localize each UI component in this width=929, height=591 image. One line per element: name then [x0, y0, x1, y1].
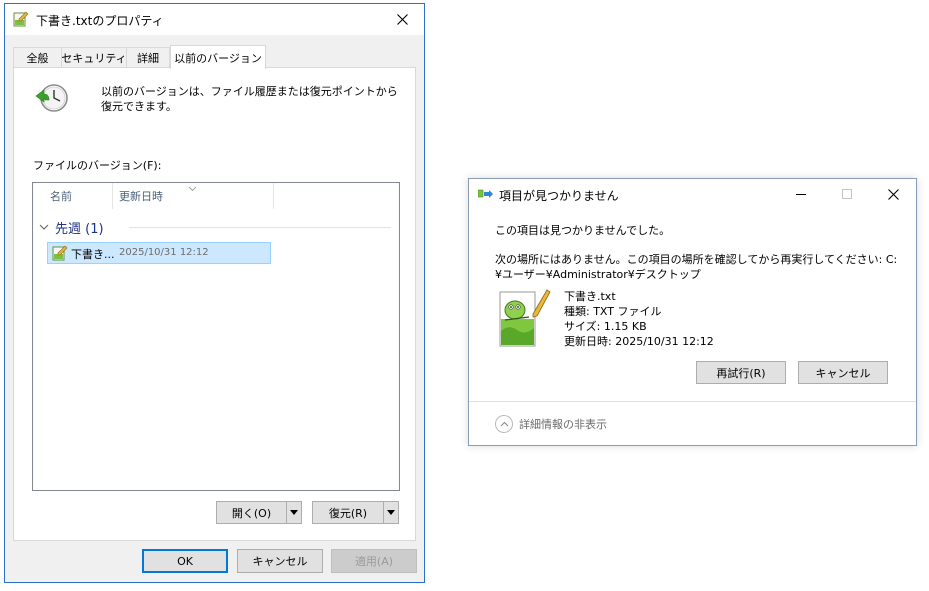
previous-versions-description: 以前のバージョンは、ファイル履歴または復元ポイントから復元できます。: [101, 85, 398, 113]
location-message: 次の場所にはありません。この項目の場所を確認してから再実行してください: C:¥…: [495, 253, 898, 281]
not-found-title: 項目が見つかりません: [499, 189, 619, 203]
list-item-date: 2025/10/31 12:12: [119, 247, 209, 258]
maximize-icon: [824, 179, 870, 209]
notepad-plus-file-thumbnail-icon: [497, 286, 551, 353]
column-separator[interactable]: [273, 183, 274, 209]
file-size: サイズ: 1.15 KB: [564, 320, 647, 333]
column-name-label: 名前: [50, 190, 72, 203]
notepad-file-icon: [13, 11, 29, 30]
group-header-last-week[interactable]: 先週 (1): [39, 218, 104, 237]
properties-dialog: 下書き.txtのプロパティ 全般 セキュリティ 詳細 以前のバージョン 以前のバ…: [4, 3, 425, 583]
tab-general[interactable]: 全般: [13, 47, 62, 68]
notepad-file-icon: [52, 245, 68, 264]
list-item[interactable]: 下書き... 2025/10/31 12:12: [47, 242, 271, 264]
chevron-up-icon: [495, 415, 513, 433]
file-versions-list[interactable]: 名前 更新日時 先週 (1) 下書き... 2025/10/31 12:12: [32, 182, 400, 491]
previous-versions-panel: 以前のバージョンは、ファイル履歴または復元ポイントから復元できます。 ファイルの…: [13, 67, 416, 541]
restore-split-button[interactable]: 復元(R): [312, 501, 399, 524]
column-header-modified[interactable]: 更新日時: [119, 183, 163, 209]
cancel-button[interactable]: キャンセル: [237, 549, 323, 573]
tab-details[interactable]: 詳細: [126, 47, 170, 68]
file-name: 下書き.txt: [564, 290, 616, 303]
cancel-button[interactable]: キャンセル: [798, 361, 888, 384]
divider: [469, 401, 916, 402]
ok-button[interactable]: OK: [142, 549, 228, 573]
properties-title: 下書き.txtのプロパティ: [36, 14, 164, 28]
tab-previous-versions-label: 以前のバージョン: [174, 51, 262, 65]
group-divider: [129, 227, 391, 228]
close-icon[interactable]: [870, 179, 916, 209]
restore-button-label: 復元(R): [328, 506, 368, 520]
retry-button[interactable]: 再試行(R): [696, 361, 786, 384]
list-item-name: 下書き...: [71, 248, 115, 261]
column-separator[interactable]: [112, 183, 113, 209]
column-header-name[interactable]: 名前: [50, 183, 72, 209]
details-toggle-label: 詳細情報の非表示: [519, 418, 607, 431]
tab-details-label: 詳細: [137, 52, 159, 65]
chevron-down-icon: [39, 220, 49, 235]
dropdown-arrow-icon[interactable]: [383, 502, 398, 523]
tab-general-label: 全般: [26, 52, 49, 65]
tab-security-label: セキュリティ: [61, 52, 127, 65]
move-file-icon: [477, 189, 494, 202]
group-label: 先週 (1): [55, 222, 104, 237]
open-button-label: 開く(O): [231, 506, 272, 520]
sort-down-icon: [188, 182, 197, 195]
properties-titlebar[interactable]: 下書き.txtのプロパティ: [5, 4, 424, 35]
file-info: 下書き.txt 種類: TXT ファイル サイズ: 1.15 KB 更新日時: …: [564, 289, 714, 349]
not-found-titlebar[interactable]: 項目が見つかりません: [469, 179, 916, 209]
file-modified: 更新日時: 2025/10/31 12:12: [564, 335, 714, 348]
restore-clock-icon: [34, 82, 70, 117]
details-toggle[interactable]: 詳細情報の非表示: [495, 415, 607, 433]
item-not-found-dialog: 項目が見つかりません この項目は見つかりませんでした。 次の場所にはありません。…: [468, 178, 917, 446]
minimize-icon[interactable]: [778, 179, 824, 209]
dropdown-arrow-icon[interactable]: [286, 502, 301, 523]
column-modified-label: 更新日時: [119, 190, 163, 203]
tab-security[interactable]: セキュリティ: [61, 47, 127, 68]
apply-button[interactable]: 適用(A): [331, 549, 417, 573]
file-versions-label: ファイルのバージョン(F):: [33, 159, 162, 172]
open-split-button[interactable]: 開く(O): [216, 501, 302, 524]
not-found-message: この項目は見つかりませんでした。: [495, 224, 671, 237]
close-icon[interactable]: [380, 4, 424, 35]
tab-previous-versions[interactable]: 以前のバージョン: [170, 45, 266, 69]
file-type: 種類: TXT ファイル: [564, 305, 662, 318]
